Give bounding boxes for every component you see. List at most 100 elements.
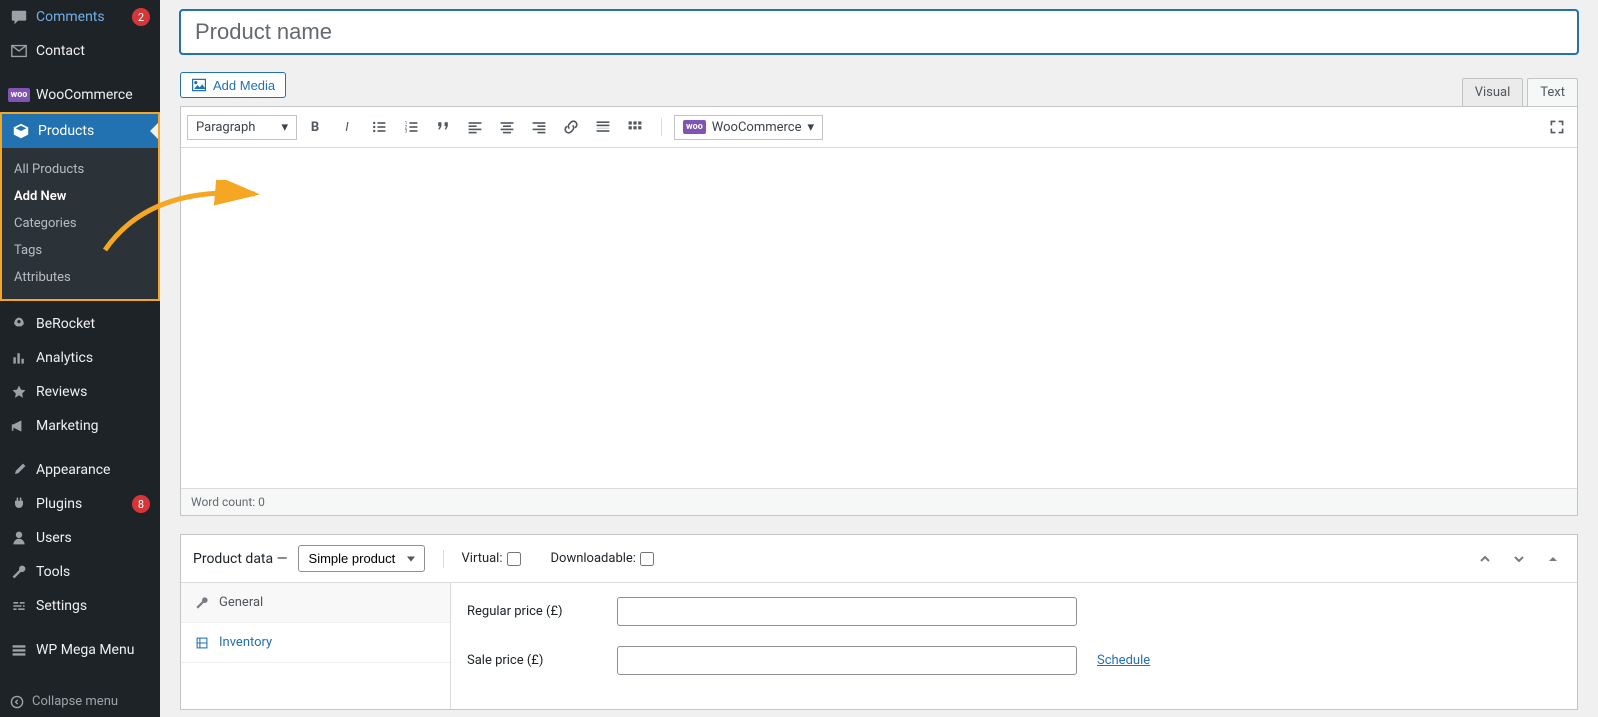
panel-toggle[interactable] — [1541, 547, 1565, 571]
sidebar-label: Comments — [36, 9, 120, 25]
downloadable-checkbox-row[interactable]: Downloadable: — [551, 551, 654, 566]
align-left-button[interactable] — [461, 113, 489, 141]
link-button[interactable] — [557, 113, 585, 141]
sidebar-label: Products — [38, 123, 142, 139]
downloadable-checkbox[interactable] — [640, 552, 654, 566]
tab-label: Inventory — [219, 635, 272, 650]
downloadable-label: Downloadable: — [551, 551, 636, 566]
virtual-checkbox[interactable] — [507, 552, 521, 566]
sidebar-label: Plugins — [36, 496, 120, 512]
menu-icon — [10, 641, 28, 659]
chart-icon — [10, 349, 28, 367]
add-media-button[interactable]: Add Media — [180, 72, 286, 98]
paragraph-select[interactable]: Paragraph ▾ — [187, 115, 297, 140]
mail-icon — [10, 42, 28, 60]
sidebar-appearance[interactable]: Appearance — [0, 453, 160, 487]
bullet-list-button[interactable] — [365, 113, 393, 141]
toolbar-toggle-button[interactable] — [621, 113, 649, 141]
panel-move-up[interactable] — [1473, 547, 1497, 571]
sidebar-products[interactable]: Products — [2, 114, 158, 148]
panel-move-down[interactable] — [1507, 547, 1531, 571]
rocket-icon — [10, 315, 28, 333]
sidebar-label: Marketing — [36, 418, 150, 434]
wrench-icon — [10, 563, 28, 581]
quote-button[interactable] — [429, 113, 457, 141]
editor-container: Paragraph ▾ B I 123 woo — [180, 106, 1578, 516]
collapse-menu[interactable]: Collapse menu — [0, 686, 160, 717]
word-count: Word count: 0 — [181, 488, 1577, 515]
bold-button[interactable]: B — [301, 113, 329, 141]
sidebar-woocommerce[interactable]: woo WooCommerce — [0, 78, 160, 112]
sidebar-label: WP Mega Menu — [36, 642, 150, 658]
media-icon — [191, 77, 207, 93]
sidebar-label: BeRocket — [36, 316, 150, 332]
sidebar-megamenu[interactable]: WP Mega Menu — [0, 633, 160, 667]
editor-content-area[interactable] — [181, 148, 1577, 488]
tab-general[interactable]: General — [181, 583, 450, 623]
sale-price-input[interactable] — [617, 646, 1077, 675]
comments-badge: 2 — [132, 8, 150, 26]
plugins-badge: 8 — [132, 495, 150, 513]
box-icon — [12, 122, 30, 140]
sidebar-users[interactable]: Users — [0, 521, 160, 555]
star-icon — [10, 383, 28, 401]
toolbar-divider — [661, 118, 662, 136]
sidebar-label: Tools — [36, 564, 150, 580]
sliders-icon — [10, 597, 28, 615]
sidebar-label: Appearance — [36, 462, 150, 478]
admin-sidebar: Comments 2 Contact woo WooCommerce Produ… — [0, 0, 160, 717]
sidebar-item-all-products[interactable]: All Products — [2, 156, 158, 183]
align-right-button[interactable] — [525, 113, 553, 141]
sidebar-berocket[interactable]: BeRocket — [0, 307, 160, 341]
sidebar-contact[interactable]: Contact — [0, 34, 160, 68]
sidebar-label: Reviews — [36, 384, 150, 400]
woo-icon: woo — [10, 86, 28, 104]
tab-inventory[interactable]: Inventory — [181, 623, 450, 663]
numbered-list-button[interactable]: 123 — [397, 113, 425, 141]
wrench-icon — [195, 596, 211, 610]
woo-label: WooCommerce — [712, 120, 802, 135]
sidebar-comments[interactable]: Comments 2 — [0, 0, 160, 34]
sidebar-analytics[interactable]: Analytics — [0, 341, 160, 375]
sale-price-label: Sale price (£) — [467, 653, 597, 668]
chevron-down-icon: ▾ — [281, 120, 288, 135]
align-center-button[interactable] — [493, 113, 521, 141]
sidebar-item-tags[interactable]: Tags — [2, 237, 158, 264]
product-title-input[interactable] — [180, 10, 1578, 54]
paragraph-label: Paragraph — [196, 120, 255, 135]
inventory-icon — [195, 636, 211, 650]
brush-icon — [10, 461, 28, 479]
sidebar-item-add-new[interactable]: Add New — [2, 183, 158, 210]
product-type-select[interactable]: Simple product — [298, 545, 425, 572]
user-icon — [10, 529, 28, 547]
more-button[interactable] — [589, 113, 617, 141]
sidebar-label: WooCommerce — [36, 87, 150, 103]
fullscreen-button[interactable] — [1543, 113, 1571, 141]
regular-price-input[interactable] — [617, 597, 1077, 626]
sidebar-settings[interactable]: Settings — [0, 589, 160, 623]
product-data-tabs: General Inventory — [181, 583, 451, 709]
main-content: Add Media Visual Text Paragraph ▾ B I 12… — [160, 0, 1598, 717]
divider — [443, 550, 444, 568]
schedule-link[interactable]: Schedule — [1097, 653, 1150, 668]
sidebar-item-attributes[interactable]: Attributes — [2, 264, 158, 291]
sidebar-marketing[interactable]: Marketing — [0, 409, 160, 443]
chevron-down-icon: ▾ — [808, 120, 815, 135]
svg-text:3: 3 — [405, 129, 408, 135]
collapse-icon — [10, 695, 24, 709]
collapse-label: Collapse menu — [32, 694, 118, 709]
virtual-checkbox-row[interactable]: Virtual: — [462, 551, 521, 566]
italic-button[interactable]: I — [333, 113, 361, 141]
products-submenu: All Products Add New Categories Tags Att… — [0, 148, 160, 301]
sidebar-item-categories[interactable]: Categories — [2, 210, 158, 237]
editor-toolbar: Paragraph ▾ B I 123 woo — [181, 107, 1577, 148]
tab-text[interactable]: Text — [1527, 78, 1578, 106]
sidebar-tools[interactable]: Tools — [0, 555, 160, 589]
woocommerce-shortcodes-button[interactable]: woo WooCommerce ▾ — [674, 115, 823, 140]
plug-icon — [10, 495, 28, 513]
tab-label: General — [219, 595, 263, 610]
tab-visual[interactable]: Visual — [1462, 78, 1524, 106]
sidebar-plugins[interactable]: Plugins 8 — [0, 487, 160, 521]
sidebar-reviews[interactable]: Reviews — [0, 375, 160, 409]
sidebar-label: Analytics — [36, 350, 150, 366]
